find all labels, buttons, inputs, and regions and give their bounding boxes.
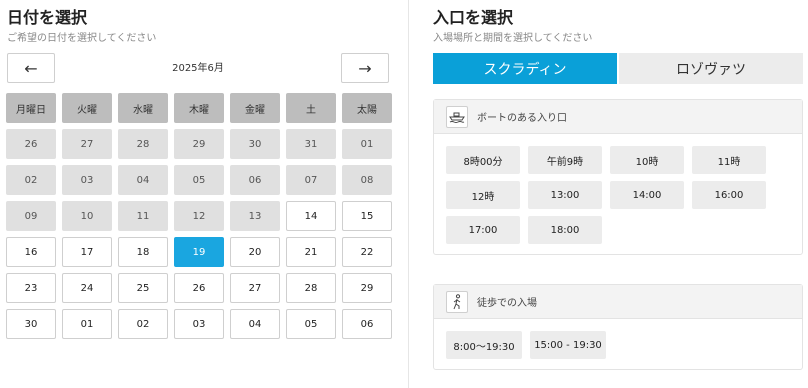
walk-time-slots: 8:00〜19:30 15:00 - 19:30 [434,319,802,369]
calendar-day: 04 [118,165,168,195]
time-slot-button[interactable]: 18:00 [528,216,602,244]
weekday-header: 水曜 [118,93,168,123]
calendar-day: 03 [62,165,112,195]
calendar-day: 10 [62,201,112,231]
calendar-day-selected[interactable]: 19 [174,237,224,267]
calendar-day[interactable]: 23 [6,273,56,303]
calendar-day[interactable]: 22 [342,237,392,267]
calendar-day: 31 [286,129,336,159]
tab-lozovac[interactable]: ロゾヴァツ [619,53,803,84]
calendar-day[interactable]: 24 [62,273,112,303]
calendar-day: 30 [230,129,280,159]
calendar-day[interactable]: 30 [6,309,56,339]
calendar-day: 01 [342,129,392,159]
calendar-day[interactable]: 27 [230,273,280,303]
weekday-header: 木曜 [174,93,224,123]
calendar-day: 26 [6,129,56,159]
time-slot-button[interactable]: 8:00〜19:30 [446,331,522,359]
boat-entrance-header: ボートのある入り口 [434,100,802,134]
time-slot-button[interactable]: 8時00分 [446,146,520,174]
calendar-day[interactable]: 29 [342,273,392,303]
calendar-day[interactable]: 17 [62,237,112,267]
entrance-tabs: スクラディン ロゾヴァツ [433,53,803,84]
calendar-day[interactable]: 02 [118,309,168,339]
weekday-header: 月曜日 [6,93,56,123]
entrance-panel-subtitle: 入場場所と期間を選択してください [433,33,593,44]
boat-icon [446,105,468,128]
time-slot-button[interactable]: 12時 [446,181,520,209]
walk-entrance-label: 徒歩での入場 [477,298,537,309]
calendar-day: 12 [174,201,224,231]
calendar-day[interactable]: 04 [230,309,280,339]
time-slot-button[interactable]: 11時 [692,146,766,174]
calendar-day: 09 [6,201,56,231]
calendar-day[interactable]: 16 [6,237,56,267]
boat-entrance-card: ボートのある入り口 8時00分 午前9時 10時 11時 12時 13:00 14:00 16… [433,99,803,255]
calendar-day[interactable]: 21 [286,237,336,267]
calendar-day[interactable]: 26 [174,273,224,303]
calendar-day: 02 [6,165,56,195]
calendar-day: 28 [118,129,168,159]
walk-entrance-card: 徒歩での入場 8:00〜19:30 15:00 - 19:30 [433,284,803,370]
calendar-day: 07 [286,165,336,195]
time-slot-button[interactable]: 10時 [610,146,684,174]
time-slot-button[interactable]: 13:00 [528,181,602,209]
calendar-day[interactable]: 14 [286,201,336,231]
calendar-day: 08 [342,165,392,195]
calendar-day: 11 [118,201,168,231]
next-month-button[interactable]: → [341,53,389,83]
calendar-day[interactable]: 18 [118,237,168,267]
weekday-header: 金曜 [230,93,280,123]
calendar-day: 13 [230,201,280,231]
time-slot-button[interactable]: 17:00 [446,216,520,244]
calendar-day[interactable]: 25 [118,273,168,303]
calendar-day[interactable]: 20 [230,237,280,267]
prev-month-button[interactable]: ← [7,53,55,83]
calendar-day: 05 [174,165,224,195]
calendar-day: 27 [62,129,112,159]
time-slot-button[interactable]: 15:00 - 19:30 [530,331,606,359]
date-panel: 日付を選択 ご希望の日付を選択してください ← 2025年6月 → 月曜日 火曜水… [0,0,408,388]
time-slot-button[interactable]: 午前9時 [528,146,602,174]
calendar-day[interactable]: 15 [342,201,392,231]
entrance-panel-title: 入口を選択 [433,8,514,27]
calendar-day[interactable]: 01 [62,309,112,339]
boat-time-slots: 8時00分 午前9時 10時 11時 12時 13:00 14:00 16:00 17:00 18… [434,134,802,254]
time-slot-button[interactable]: 16:00 [692,181,766,209]
time-slot-button[interactable]: 14:00 [610,181,684,209]
tab-skradin[interactable]: スクラディン [433,53,617,84]
month-label: 2025年6月 [172,63,224,74]
weekday-header: 土 [286,93,336,123]
weekday-header: 火曜 [62,93,112,123]
date-panel-subtitle: ご希望の日付を選択してください [7,33,157,44]
walking-person-icon [446,290,468,313]
walk-entrance-header: 徒歩での入場 [434,285,802,319]
entrance-panel: 入口を選択 入場場所と期間を選択してください スクラディン ロゾヴァツ ボートの… [409,0,808,388]
boat-entrance-label: ボートのある入り口 [477,113,567,124]
calendar-day[interactable]: 28 [286,273,336,303]
calendar-day[interactable]: 06 [342,309,392,339]
calendar-day: 29 [174,129,224,159]
weekday-header: 太陽 [342,93,392,123]
calendar-grid: 月曜日 火曜 水曜 木曜 金曜土太陽 26 27 28 29 30 31 01 02 03 04 05 06 07… [6,93,392,339]
date-panel-title: 日付を選択 [7,8,88,27]
calendar-day: 06 [230,165,280,195]
calendar-day[interactable]: 05 [286,309,336,339]
calendar-day[interactable]: 03 [174,309,224,339]
